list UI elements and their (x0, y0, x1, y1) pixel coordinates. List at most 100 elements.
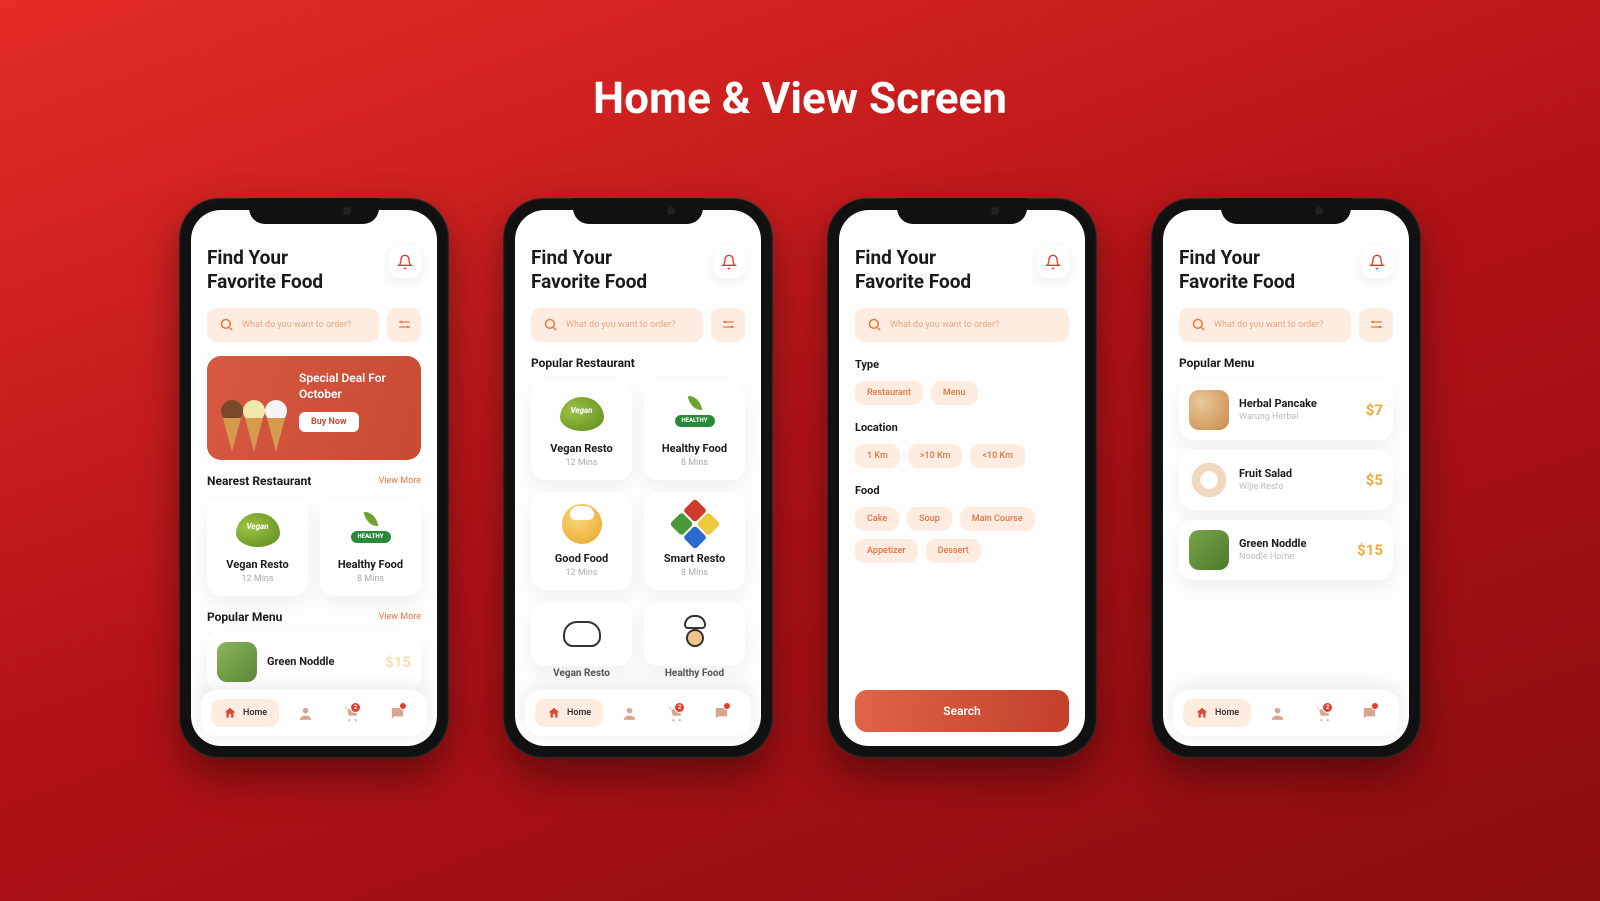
screen-title: Find YourFavorite Food (855, 246, 971, 294)
bell-icon (721, 254, 737, 270)
popular-menu-heading: Popular Menu (207, 610, 282, 624)
restaurant-name: Healthy Food (328, 558, 413, 571)
filter-button[interactable] (711, 308, 745, 342)
chip-lt10km[interactable]: <10 Km (970, 444, 1025, 468)
promo-banner[interactable]: Special Deal For October Buy Now (207, 356, 421, 460)
restaurant-card[interactable]: HEALTHY Healthy Food 8 Mins (320, 498, 421, 596)
restaurant-name: Good Food (539, 552, 624, 565)
nav-chat[interactable] (701, 705, 741, 722)
chip-1km[interactable]: 1 Km (855, 444, 900, 468)
view-more-link[interactable]: View More (379, 476, 421, 486)
cart-badge: 2 (350, 702, 361, 713)
menu-item[interactable]: Herbal PancakeWarung Herbal $7 (1179, 380, 1393, 440)
nav-profile[interactable] (1257, 705, 1297, 722)
nav-cart[interactable]: 2 (1303, 705, 1343, 722)
notification-button[interactable] (1037, 246, 1069, 278)
menu-thumbnail (1189, 390, 1229, 430)
restaurant-logo (234, 510, 282, 550)
nav-profile[interactable] (609, 705, 649, 722)
menu-item[interactable]: Fruit SaladWijie Resto $5 (1179, 450, 1393, 510)
nav-home[interactable]: Home (211, 699, 279, 727)
filter-food-label: Food (855, 484, 1069, 497)
search-placeholder: What do you want to order? (1214, 320, 1323, 330)
screen-title: Find YourFavorite Food (207, 246, 323, 294)
search-icon (1191, 317, 1206, 332)
promo-buy-button[interactable]: Buy Now (299, 412, 359, 432)
search-input[interactable]: What do you want to order? (1179, 308, 1351, 342)
restaurant-logo: HEALTHY (671, 394, 719, 434)
nav-chat[interactable] (377, 705, 417, 722)
search-input[interactable]: What do you want to order? (207, 308, 379, 342)
chip-soup[interactable]: Soup (907, 507, 952, 531)
restaurant-card[interactable]: Vegan Resto 12 Mins (531, 382, 632, 480)
phone-1: Find YourFavorite Food What do you want … (179, 198, 449, 758)
chip-cake[interactable]: Cake (855, 507, 899, 531)
chat-badge (399, 702, 407, 710)
filter-button[interactable] (387, 308, 421, 342)
menu-subtitle: Wijie Resto (1239, 482, 1356, 492)
restaurant-time: 12 Mins (539, 568, 624, 578)
restaurant-card[interactable]: Good Food 12 Mins (531, 492, 632, 590)
nav-profile[interactable] (285, 705, 325, 722)
bell-icon (1045, 254, 1061, 270)
screen-popular-restaurants: Find YourFavorite Food What do you want … (515, 210, 761, 746)
notification-button[interactable] (713, 246, 745, 278)
chip-dessert[interactable]: Dessert (926, 539, 981, 563)
search-input[interactable]: What do you want to order? (531, 308, 703, 342)
user-icon (297, 705, 314, 722)
restaurant-card[interactable] (644, 602, 745, 666)
nav-cart[interactable]: 2 (331, 705, 371, 722)
restaurant-name: Vegan Resto (215, 558, 300, 571)
nearest-heading: Nearest Restaurant (207, 474, 311, 488)
chat-badge (1371, 702, 1379, 710)
restaurant-time: 12 Mins (215, 574, 300, 584)
restaurant-time: 8 Mins (652, 568, 737, 578)
menu-price: $15 (385, 653, 411, 671)
filter-location-label: Location (855, 421, 1069, 434)
restaurant-card[interactable]: HEALTHYHealthy Food8 Mins (644, 382, 745, 480)
nav-home[interactable]: Home (535, 699, 603, 727)
notification-button[interactable] (389, 246, 421, 278)
popular-menu-heading: Popular Menu (1179, 356, 1393, 370)
restaurant-logo (671, 614, 719, 654)
cart-badge: 2 (1322, 702, 1333, 713)
phone-4: Find YourFavorite Food What do you want … (1151, 198, 1421, 758)
restaurant-card[interactable] (531, 602, 632, 666)
nav-chat[interactable] (1349, 705, 1389, 722)
filter-button[interactable] (1359, 308, 1393, 342)
restaurant-logo: HEALTHY (347, 510, 395, 550)
restaurant-logo (671, 504, 719, 544)
chip-appetizer[interactable]: Appetizer (855, 539, 918, 563)
nav-home[interactable]: Home (1183, 699, 1251, 727)
menu-item[interactable]: Green Noddle $15 (207, 632, 421, 692)
chat-badge (723, 702, 731, 710)
screen-title: Find YourFavorite Food (1179, 246, 1295, 294)
promo-image (215, 374, 297, 460)
sliders-icon (397, 317, 412, 332)
notification-button[interactable] (1361, 246, 1393, 278)
screen-filter: Find YourFavorite Food What do you want … (839, 210, 1085, 746)
restaurant-card[interactable]: Vegan Resto 12 Mins (207, 498, 308, 596)
chip-main-course[interactable]: Main Course (960, 507, 1035, 531)
chip-gt10km[interactable]: >10 Km (908, 444, 963, 468)
search-icon (219, 317, 234, 332)
chip-restaurant[interactable]: Restaurant (855, 381, 923, 405)
view-more-link[interactable]: View More (379, 612, 421, 622)
nav-cart[interactable]: 2 (655, 705, 695, 722)
search-input[interactable]: What do you want to order? (855, 308, 1069, 342)
menu-price: $15 (1357, 541, 1383, 559)
menu-name: Fruit Salad (1239, 467, 1356, 480)
sliders-icon (1369, 317, 1384, 332)
phone-3: Find YourFavorite Food What do you want … (827, 198, 1097, 758)
menu-price: $7 (1366, 401, 1383, 419)
restaurant-name: Healthy Food (652, 442, 737, 455)
menu-thumbnail (217, 642, 257, 682)
restaurant-name: Vegan Resto (539, 442, 624, 455)
search-button[interactable]: Search (855, 690, 1069, 732)
restaurant-time: 12 Mins (539, 458, 624, 468)
filter-type-label: Type (855, 358, 1069, 371)
restaurant-card[interactable]: Smart Resto8 Mins (644, 492, 745, 590)
phone-row: Find YourFavorite Food What do you want … (0, 198, 1600, 758)
menu-item[interactable]: Green NoddleNoodle Home $15 (1179, 520, 1393, 580)
chip-menu[interactable]: Menu (931, 381, 978, 405)
